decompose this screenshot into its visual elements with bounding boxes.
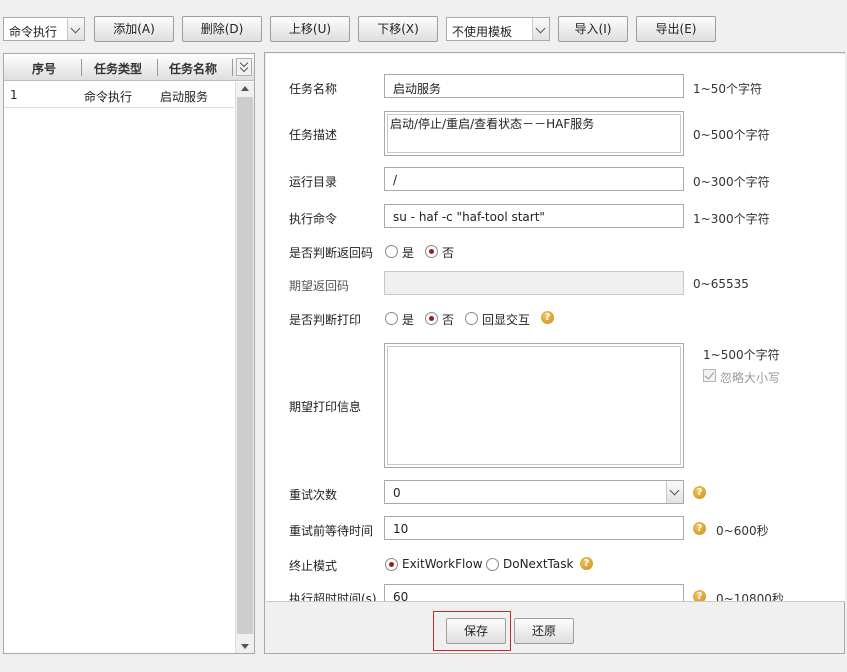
task-type-select[interactable]: 命令执行 (3, 17, 85, 41)
task-desc-label: 任务描述 (289, 128, 338, 142)
expected-print-hint: 1~500个字符 (703, 348, 780, 362)
check-print-echo-radio[interactable] (465, 312, 478, 325)
task-desc-textarea[interactable]: 启动/停止/重启/查看状态－－HAF服务 (384, 111, 684, 156)
timeout-hint: 0~10800秒 (716, 592, 784, 602)
task-form: 任务名称 启动服务 1~50个字符 任务描述 启动/停止/重启/查看状态－－HA… (266, 54, 845, 602)
ignore-case-checkbox[interactable] (703, 369, 716, 382)
ignore-case-label[interactable]: 忽略大小写 (720, 369, 780, 386)
check-print-yes-radio[interactable] (385, 312, 398, 325)
check-print-yes-label[interactable]: 是 (402, 311, 414, 328)
column-header-index[interactable]: 序号 (32, 60, 56, 77)
retry-count-select[interactable]: 0 (384, 480, 684, 504)
add-button[interactable]: 添加(A) (94, 16, 174, 42)
template-value: 不使用模板 (452, 25, 513, 39)
row-index: 1 (10, 88, 18, 102)
help-icon[interactable]: ? (693, 486, 706, 499)
run-dir-input[interactable]: / (384, 167, 684, 191)
check-return-yes-label[interactable]: 是 (402, 244, 414, 261)
chevron-down-icon[interactable] (67, 18, 84, 40)
check-return-label: 是否判断返回码 (289, 246, 374, 260)
import-button[interactable]: 导入(I) (558, 16, 628, 42)
stop-mode-next-label[interactable]: DoNextTask (503, 557, 573, 571)
stop-mode-label: 终止模式 (289, 559, 338, 573)
task-desc-value: 启动/停止/重启/查看状态－－HAF服务 (387, 114, 681, 153)
column-header-name[interactable]: 任务名称 (169, 60, 217, 77)
timeout-input[interactable]: 60 (384, 584, 684, 601)
expected-print-label: 期望打印信息 (289, 400, 362, 414)
task-detail-panel: 任务名称 启动服务 1~50个字符 任务描述 启动/停止/重启/查看状态－－HA… (264, 52, 845, 654)
delete-button[interactable]: 删除(D) (182, 16, 262, 42)
task-name-hint: 1~50个字符 (693, 82, 762, 96)
stop-mode-next-radio[interactable] (486, 558, 499, 571)
chevron-down-icon[interactable] (666, 481, 683, 503)
retry-wait-input[interactable]: 10 (384, 516, 684, 540)
stop-mode-exit-label[interactable]: ExitWorkFlow (402, 557, 483, 571)
check-print-no-radio[interactable] (425, 312, 438, 325)
check-return-no-label[interactable]: 否 (442, 244, 454, 261)
help-icon[interactable]: ? (580, 557, 593, 570)
table-row[interactable]: 1 命令执行 启动服务 (4, 82, 234, 108)
expected-print-textarea[interactable] (384, 343, 684, 468)
expected-return-input[interactable] (384, 271, 684, 295)
task-desc-hint: 0~500个字符 (693, 128, 770, 142)
chevron-down-icon[interactable] (532, 18, 549, 40)
timeout-label: 执行超时时间(s) (289, 592, 377, 602)
command-label: 执行命令 (289, 212, 338, 226)
task-list: 序号 任务类型 任务名称 1 命令执行 启动服务 (3, 53, 255, 654)
stop-mode-exit-radio[interactable] (385, 558, 398, 571)
expected-return-label: 期望返回码 (289, 279, 350, 293)
help-icon[interactable]: ? (693, 590, 706, 601)
column-header-type[interactable]: 任务类型 (94, 60, 142, 77)
task-name-label: 任务名称 (289, 82, 338, 96)
task-name-input[interactable]: 启动服务 (384, 74, 684, 98)
row-type: 命令执行 (84, 90, 133, 104)
retry-wait-hint: 0~600秒 (716, 524, 769, 538)
task-list-header: 序号 任务类型 任务名称 (4, 54, 254, 81)
retry-count-label: 重试次数 (289, 488, 338, 502)
retry-count-value: 0 (393, 486, 401, 500)
command-hint: 1~300个字符 (693, 212, 770, 226)
scrollbar-thumb[interactable] (237, 97, 253, 634)
run-dir-hint: 0~300个字符 (693, 175, 770, 189)
export-button[interactable]: 导出(E) (636, 16, 716, 42)
move-up-button[interactable]: 上移(U) (270, 16, 350, 42)
run-dir-label: 运行目录 (289, 175, 338, 189)
toolbar: 命令执行 添加(A) 删除(D) 上移(U) 下移(X) 不使用模板 导入(I)… (0, 0, 847, 52)
check-return-yes-radio[interactable] (385, 245, 398, 258)
scroll-up-icon[interactable] (241, 86, 249, 91)
check-print-label: 是否判断打印 (289, 313, 362, 327)
command-input[interactable]: su - haf -c "haf-tool start" (384, 204, 684, 228)
save-button[interactable]: 保存 (446, 618, 506, 644)
list-scrollbar[interactable] (235, 82, 254, 653)
check-print-echo-label[interactable]: 回显交互 (482, 311, 530, 328)
expected-print-value (387, 346, 681, 465)
move-down-button[interactable]: 下移(X) (358, 16, 438, 42)
column-divider[interactable] (232, 59, 233, 76)
task-type-value: 命令执行 (9, 25, 58, 39)
retry-wait-label: 重试前等待时间 (289, 524, 374, 538)
column-divider[interactable] (157, 59, 158, 76)
restore-button[interactable]: 还原 (514, 618, 574, 644)
template-select[interactable]: 不使用模板 (446, 17, 550, 41)
expected-return-hint: 0~65535 (693, 277, 749, 291)
help-icon[interactable]: ? (541, 311, 554, 324)
row-name: 启动服务 (160, 90, 209, 104)
check-print-no-label[interactable]: 否 (442, 311, 454, 328)
scroll-down-icon[interactable] (241, 644, 249, 649)
column-menu-icon[interactable] (236, 58, 252, 76)
column-divider[interactable] (81, 59, 82, 76)
help-icon[interactable]: ? (693, 522, 706, 535)
check-return-no-radio[interactable] (425, 245, 438, 258)
